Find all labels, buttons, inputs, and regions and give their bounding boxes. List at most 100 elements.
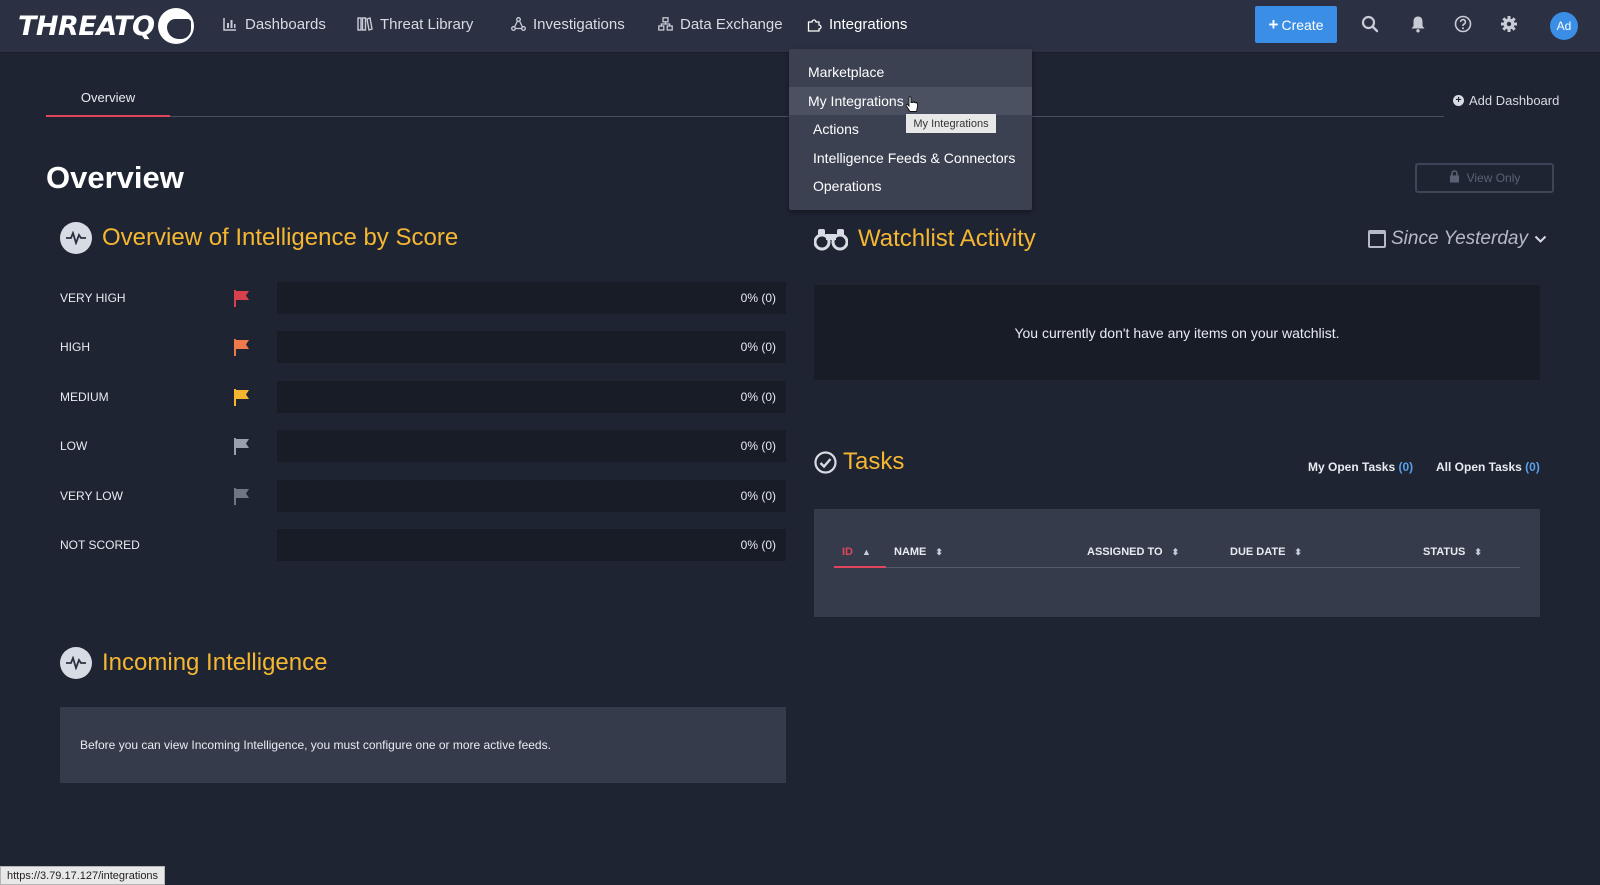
score-value: 0% (0)	[740, 390, 776, 404]
tasks-title: Tasks	[843, 448, 905, 475]
plus-icon: +	[1268, 14, 1279, 34]
sorted-column-indicator	[834, 566, 886, 568]
nav-threat-library[interactable]: Threat Library	[357, 13, 473, 35]
menu-item-operations[interactable]: Operations	[789, 172, 1032, 200]
score-value: 0% (0)	[740, 439, 776, 453]
bar-chart-icon	[222, 16, 238, 32]
watchlist-title: Watchlist Activity	[858, 225, 1036, 252]
flag-icon	[234, 339, 249, 356]
status-bar-url: https://3.79.17.127/integrations	[0, 866, 166, 885]
nav-threat-library-label: Threat Library	[380, 15, 474, 33]
nav-dashboards-label: Dashboards	[245, 15, 326, 33]
score-bar: 0% (0)	[277, 282, 786, 314]
column-header-label: ASSIGNED TO	[1087, 546, 1163, 558]
network-icon	[657, 16, 673, 32]
column-header-status[interactable]: STATUS ⬍	[1423, 546, 1482, 558]
calendar-icon	[1368, 230, 1386, 248]
score-value: 0% (0)	[740, 538, 776, 552]
flag-icon	[234, 389, 249, 406]
column-header-name[interactable]: NAME ⬍	[894, 546, 943, 558]
since-label: Since Yesterday	[1391, 228, 1528, 249]
all-open-tasks-filter[interactable]: All Open Tasks (0)	[1436, 460, 1540, 474]
tasks-header: Tasks	[814, 448, 904, 476]
score-label: VERY LOW	[60, 489, 123, 503]
tooltip: My Integrations	[906, 114, 996, 133]
score-bar: 0% (0)	[277, 480, 786, 512]
incoming-message-box: Before you can view Incoming Intelligenc…	[60, 707, 786, 783]
graph-icon	[510, 16, 526, 32]
menu-item-label: Intelligence Feeds & Connectors	[813, 150, 1016, 166]
gear-icon[interactable]	[1498, 13, 1520, 35]
sort-icon: ⬍	[1294, 546, 1302, 557]
incoming-message: Before you can view Incoming Intelligenc…	[80, 738, 551, 752]
my-open-tasks-filter[interactable]: My Open Tasks (0)	[1308, 460, 1413, 474]
pulse-icon	[60, 647, 92, 679]
column-header-due-date[interactable]: DUE DATE ⬍	[1230, 546, 1302, 558]
tab-overview[interactable]: Overview	[46, 90, 170, 117]
nav-dashboards[interactable]: Dashboards	[222, 13, 326, 35]
chevron-down-icon	[1534, 231, 1547, 247]
threatq-logo[interactable]: THREATQ	[18, 6, 195, 46]
score-bar: 0% (0)	[277, 529, 786, 561]
column-header-id[interactable]: ID ▲	[842, 546, 871, 558]
table-header-divider	[834, 567, 1520, 568]
score-row-medium[interactable]: MEDIUM 0% (0)	[60, 381, 786, 413]
column-header-label: STATUS	[1423, 546, 1466, 558]
rhino-logo-icon	[158, 8, 195, 44]
score-label: HIGH	[60, 340, 90, 354]
menu-item-label: Operations	[813, 178, 882, 194]
search-icon[interactable]	[1359, 13, 1381, 35]
score-row-very-high[interactable]: VERY HIGH 0% (0)	[60, 282, 786, 314]
all-open-tasks-label: All Open Tasks	[1436, 460, 1522, 474]
help-icon[interactable]	[1452, 13, 1474, 35]
score-row-low[interactable]: LOW 0% (0)	[60, 430, 786, 462]
menu-item-label: Actions	[813, 121, 859, 137]
menu-item-marketplace[interactable]: Marketplace	[789, 58, 1032, 86]
column-header-label: ID	[842, 546, 853, 558]
score-value: 0% (0)	[740, 291, 776, 305]
view-only-label: View Only	[1466, 171, 1521, 185]
score-bar: 0% (0)	[277, 381, 786, 413]
tasks-table: ID ▲ NAME ⬍ ASSIGNED TO ⬍ DUE DATE ⬍ STATUS ⬍	[814, 509, 1540, 617]
add-dashboard-button[interactable]: + Add Dashboard	[1453, 93, 1559, 108]
menu-item-intelligence-feeds[interactable]: Intelligence Feeds & Connectors	[789, 144, 1032, 172]
incoming-header: Incoming Intelligence	[60, 647, 327, 679]
score-row-very-low[interactable]: VERY LOW 0% (0)	[60, 480, 786, 512]
library-icon	[357, 16, 373, 32]
nav-investigations[interactable]: Investigations	[510, 13, 625, 35]
sort-icon: ⬍	[1474, 546, 1482, 557]
menu-item-label: My Integrations	[808, 93, 904, 109]
create-button[interactable]: + Create	[1255, 6, 1337, 43]
watchlist-header: Watchlist Activity	[814, 225, 1036, 253]
score-label: LOW	[60, 439, 88, 453]
plus-circle-icon: +	[1453, 95, 1464, 106]
score-row-not-scored[interactable]: NOT SCORED 0% (0)	[60, 529, 786, 561]
sort-icon: ⬍	[1171, 546, 1180, 557]
view-only-button[interactable]: View Only	[1415, 163, 1554, 193]
since-dropdown[interactable]: Since Yesterday	[1368, 228, 1547, 250]
nav-data-exchange-label: Data Exchange	[680, 15, 783, 33]
nav-data-exchange[interactable]: Data Exchange	[657, 13, 783, 35]
nav-integrations-label: Integrations	[829, 15, 908, 33]
score-row-high[interactable]: HIGH 0% (0)	[60, 331, 786, 363]
bell-icon[interactable]	[1407, 13, 1429, 35]
top-navbar: THREATQ Dashboards Threat Library Invest…	[0, 0, 1600, 53]
score-widget-title: Overview of Intelligence by Score	[102, 224, 459, 251]
column-header-label: NAME	[894, 546, 927, 558]
sort-asc-icon: ▲	[862, 547, 871, 557]
watchlist-empty-message: You currently don't have any items on yo…	[1014, 324, 1340, 341]
all-open-tasks-count: (0)	[1525, 460, 1540, 474]
column-header-assigned-to[interactable]: ASSIGNED TO ⬍	[1087, 546, 1179, 558]
my-open-tasks-count: (0)	[1398, 460, 1414, 474]
pulse-icon	[60, 222, 92, 254]
column-header-label: DUE DATE	[1230, 546, 1286, 558]
watchlist-empty: You currently don't have any items on yo…	[814, 285, 1540, 380]
flag-icon	[234, 438, 249, 455]
nav-integrations[interactable]: Integrations	[806, 13, 907, 35]
user-avatar[interactable]: Ad	[1550, 12, 1578, 40]
score-value: 0% (0)	[740, 340, 776, 354]
logo-text: THREATQ	[18, 10, 155, 42]
create-label: Create	[1281, 16, 1324, 33]
binoculars-icon	[814, 227, 848, 251]
tabs-divider	[46, 116, 1444, 117]
